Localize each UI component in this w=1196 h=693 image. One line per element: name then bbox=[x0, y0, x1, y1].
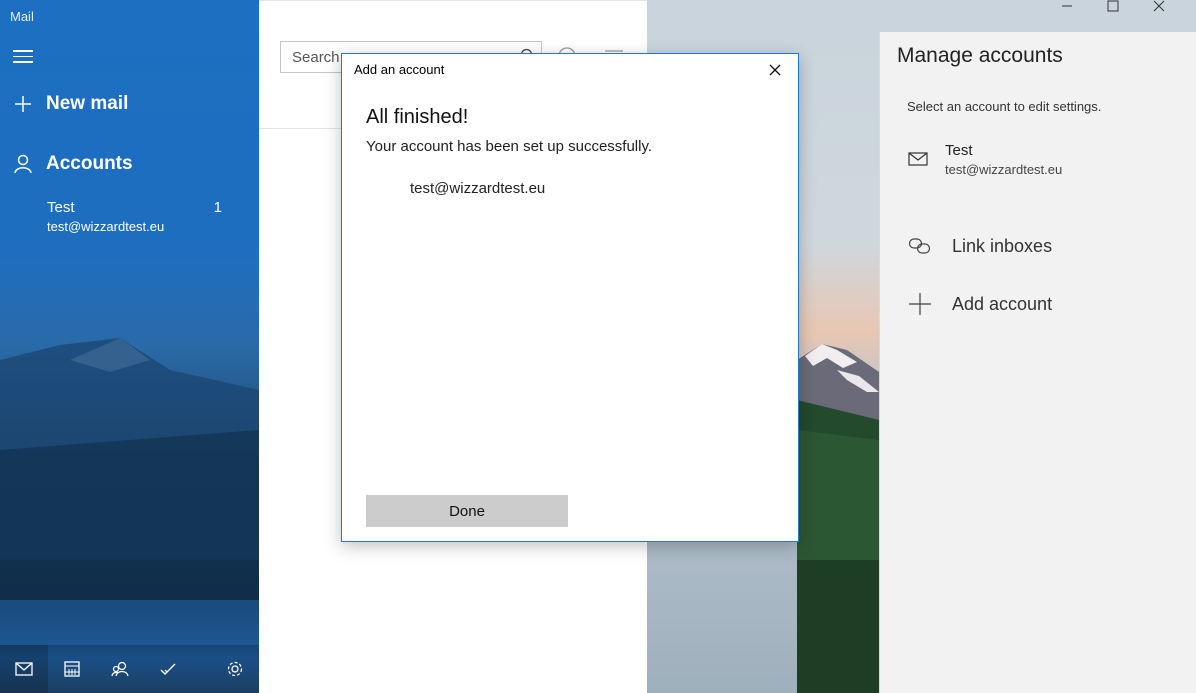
manage-account-test[interactable]: Test test@wizzardtest.eu bbox=[908, 140, 1178, 184]
plus-icon bbox=[12, 93, 34, 115]
calendar-icon bbox=[64, 661, 80, 677]
unread-count-badge: 1 bbox=[213, 199, 222, 216]
people-icon bbox=[111, 661, 129, 677]
people-switch-button[interactable] bbox=[96, 645, 144, 693]
manage-accounts-panel: Manage accounts Select an account to edi… bbox=[879, 32, 1196, 693]
settings-button[interactable] bbox=[211, 645, 259, 693]
settings-icon bbox=[227, 661, 243, 677]
maximize-button[interactable] bbox=[1107, 0, 1153, 32]
close-icon bbox=[769, 64, 781, 76]
minimize-button[interactable] bbox=[1061, 0, 1107, 32]
app-title: Mail bbox=[10, 9, 34, 24]
minimize-icon bbox=[1062, 5, 1072, 7]
bottom-app-bar bbox=[0, 645, 259, 693]
todo-switch-button[interactable] bbox=[144, 645, 192, 693]
todo-icon bbox=[160, 663, 176, 675]
link-inboxes-button[interactable]: Link inboxes bbox=[908, 231, 1178, 261]
mail-icon bbox=[15, 662, 33, 676]
dialog-close-button[interactable] bbox=[762, 58, 788, 82]
link-inboxes-label: Link inboxes bbox=[952, 235, 1053, 256]
link-icon bbox=[908, 238, 931, 254]
maximize-icon bbox=[1107, 0, 1119, 12]
navigation-pane: Mail New mail Accounts Test test@wizzard… bbox=[0, 0, 259, 693]
add-account-label: Add account bbox=[952, 293, 1053, 314]
accounts-button[interactable]: Accounts bbox=[12, 153, 133, 175]
manage-accounts-title: Manage accounts bbox=[897, 44, 1063, 67]
dialog-account-email: test@wizzardtest.eu bbox=[410, 180, 546, 197]
manage-accounts-subtitle: Select an account to edit settings. bbox=[907, 99, 1102, 114]
plus-icon bbox=[909, 293, 931, 315]
manage-account-email: test@wizzardtest.eu bbox=[945, 162, 1063, 177]
done-button[interactable]: Done bbox=[366, 495, 568, 527]
window-close-button[interactable] bbox=[1153, 0, 1196, 32]
mail-icon bbox=[908, 152, 928, 166]
mail-switch-button[interactable] bbox=[0, 645, 48, 693]
add-account-button[interactable]: Add account bbox=[908, 289, 1178, 319]
calendar-switch-button[interactable] bbox=[48, 645, 96, 693]
new-mail-label: New mail bbox=[46, 93, 129, 114]
dialog-heading: All finished! bbox=[366, 106, 469, 128]
accounts-label: Accounts bbox=[46, 153, 133, 174]
search-placeholder: Search bbox=[292, 49, 340, 66]
person-icon bbox=[12, 153, 34, 175]
close-icon bbox=[1153, 0, 1165, 12]
account-email: test@wizzardtest.eu bbox=[47, 219, 165, 234]
account-name: Test bbox=[47, 199, 75, 216]
dialog-title: Add an account bbox=[354, 62, 445, 77]
manage-account-name: Test bbox=[945, 142, 973, 159]
new-mail-button[interactable]: New mail bbox=[12, 93, 128, 115]
nav-account-test[interactable]: Test test@wizzardtest.eu 1 bbox=[47, 199, 227, 234]
add-account-dialog: Add an account All finished! Your accoun… bbox=[341, 53, 799, 542]
hamburger-menu-button[interactable] bbox=[13, 47, 33, 63]
dialog-message: Your account has been set up successfull… bbox=[366, 138, 653, 155]
